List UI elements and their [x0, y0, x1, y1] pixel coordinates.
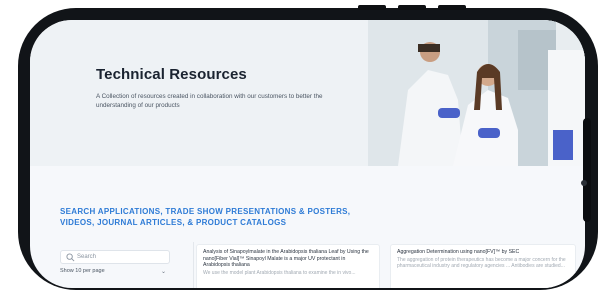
search-placeholder: Search	[77, 254, 97, 260]
resource-card[interactable]: Analysis of Sinapoylmalate in the Arabid…	[196, 244, 380, 288]
card-description: The aggregation of protein therapeutics …	[397, 256, 566, 269]
filter-sidebar: Search Show 10 per page ⌄	[60, 246, 172, 288]
card-title: Analysis of Sinapoylmalate in the Arabid…	[203, 249, 369, 269]
volume-button	[398, 5, 426, 10]
volume-button	[358, 5, 386, 10]
hero-lab-image	[368, 20, 585, 166]
search-icon	[66, 253, 75, 262]
hero-banner: Technical Resources A Collection of reso…	[30, 20, 585, 166]
camera-icon	[581, 180, 587, 186]
hero-description: A Collection of resources created in col…	[96, 93, 323, 109]
card-description: We use the model plant Arabidopsis thali…	[203, 269, 356, 276]
per-page-select[interactable]: Show 10 per page ⌄	[60, 268, 170, 280]
search-input[interactable]: Search	[60, 250, 170, 264]
section-title: SEARCH APPLICATIONS, TRADE SHOW PRESENTA…	[60, 207, 351, 227]
divider	[193, 242, 194, 288]
phone-screen: Technical Resources A Collection of reso…	[30, 20, 585, 288]
power-button	[438, 5, 466, 10]
card-title: Aggregation Determination using nano[FV]…	[397, 249, 520, 255]
resource-card[interactable]: Aggregation Determination using nano[FV]…	[390, 244, 576, 288]
page-title: Technical Resources	[96, 66, 247, 83]
phone-side-edge	[583, 118, 591, 222]
chevron-down-icon: ⌄	[160, 269, 166, 275]
per-page-label: Show 10 per page	[60, 268, 105, 274]
